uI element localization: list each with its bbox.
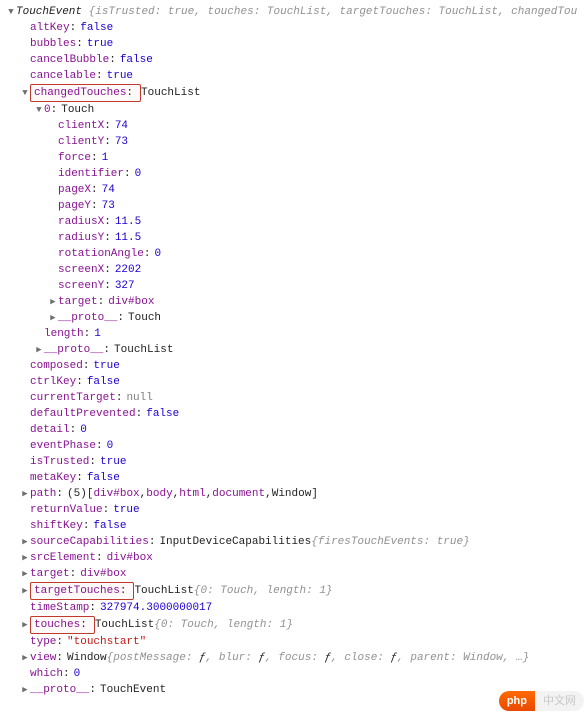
prop-targettouches[interactable]: ▶targetTouches: TouchList {0: Touch, len… bbox=[6, 582, 578, 600]
collapse-arrow-icon[interactable]: ▶ bbox=[20, 550, 30, 566]
prop-eventphase[interactable]: ▶eventPhase:0 bbox=[6, 438, 578, 454]
prop-altkey[interactable]: ▶altKey:false bbox=[6, 20, 578, 36]
root-header[interactable]: ▼ TouchEvent {isTrusted: true, touches: … bbox=[6, 4, 578, 20]
watermark-pill: php bbox=[499, 691, 535, 711]
prop-sourcecapabilities[interactable]: ▶sourceCapabilities:InputDeviceCapabilit… bbox=[6, 534, 578, 550]
collapse-arrow-icon[interactable]: ▶ bbox=[20, 534, 30, 550]
touch-pagex[interactable]: ▶pageX:74 bbox=[6, 182, 578, 198]
prop-returnvalue[interactable]: ▶returnValue:true bbox=[6, 502, 578, 518]
touch-radiusy[interactable]: ▶radiusY:11.5 bbox=[6, 230, 578, 246]
object-tree: ▼ TouchEvent {isTrusted: true, touches: … bbox=[6, 4, 578, 698]
touch-screenx[interactable]: ▶screenX:2202 bbox=[6, 262, 578, 278]
prop-proto[interactable]: ▶__proto__:TouchEvent bbox=[6, 682, 578, 698]
prop-which[interactable]: ▶which:0 bbox=[6, 666, 578, 682]
prop-metakey[interactable]: ▶metaKey:false bbox=[6, 470, 578, 486]
prop-shiftkey[interactable]: ▶shiftKey:false bbox=[6, 518, 578, 534]
expand-arrow-icon[interactable]: ▼ bbox=[20, 85, 30, 101]
touch-radiusx[interactable]: ▶radiusX:11.5 bbox=[6, 214, 578, 230]
collapse-arrow-icon[interactable]: ▶ bbox=[20, 617, 30, 633]
collapse-arrow-icon[interactable]: ▶ bbox=[20, 682, 30, 698]
collapse-arrow-icon[interactable]: ▶ bbox=[48, 310, 58, 326]
touch-clienty[interactable]: ▶clientY:73 bbox=[6, 134, 578, 150]
touch-pagey[interactable]: ▶pageY:73 bbox=[6, 198, 578, 214]
expand-arrow-icon[interactable]: ▼ bbox=[6, 4, 16, 20]
touch-force[interactable]: ▶force:1 bbox=[6, 150, 578, 166]
prop-type[interactable]: ▶type:"touchstart" bbox=[6, 634, 578, 650]
prop-target[interactable]: ▶target:div#box bbox=[6, 566, 578, 582]
collapse-arrow-icon[interactable]: ▶ bbox=[34, 342, 44, 358]
prop-bubbles[interactable]: ▶bubbles:true bbox=[6, 36, 578, 52]
collapse-arrow-icon[interactable]: ▶ bbox=[20, 566, 30, 582]
touch-rotationangle[interactable]: ▶rotationAngle:0 bbox=[6, 246, 578, 262]
touchlist-length[interactable]: ▶length:1 bbox=[6, 326, 578, 342]
touchlist-proto[interactable]: ▶__proto__:TouchList bbox=[6, 342, 578, 358]
class-name: TouchEvent bbox=[16, 6, 82, 18]
touch-proto[interactable]: ▶__proto__:Touch bbox=[6, 310, 578, 326]
collapse-arrow-icon[interactable]: ▶ bbox=[48, 294, 58, 310]
prop-ctrlkey[interactable]: ▶ctrlKey:false bbox=[6, 374, 578, 390]
touch-identifier[interactable]: ▶identifier:0 bbox=[6, 166, 578, 182]
prop-timestamp[interactable]: ▶timeStamp:327974.3000000017 bbox=[6, 600, 578, 616]
prop-touches[interactable]: ▶touches: TouchList {0: Touch, length: 1… bbox=[6, 616, 578, 634]
prop-cancelbubble[interactable]: ▶cancelBubble:false bbox=[6, 52, 578, 68]
watermark: php中文网 bbox=[499, 691, 584, 711]
touch-screeny[interactable]: ▶screenY:327 bbox=[6, 278, 578, 294]
expand-arrow-icon[interactable]: ▼ bbox=[34, 102, 44, 118]
prop-defaultprevented[interactable]: ▶defaultPrevented:false bbox=[6, 406, 578, 422]
prop-composed[interactable]: ▶composed:true bbox=[6, 358, 578, 374]
touch-clientx[interactable]: ▶clientX:74 bbox=[6, 118, 578, 134]
watermark-text: 中文网 bbox=[535, 691, 584, 711]
prop-istrusted[interactable]: ▶isTrusted:true bbox=[6, 454, 578, 470]
collapse-arrow-icon[interactable]: ▶ bbox=[20, 486, 30, 502]
prop-view[interactable]: ▶view:Window {postMessage: ƒ, blur: ƒ, f… bbox=[6, 650, 578, 666]
touch-target[interactable]: ▶target:div#box bbox=[6, 294, 578, 310]
prop-path[interactable]: ▶path:(5) [div#box, body, html, document… bbox=[6, 486, 578, 502]
prop-srcelement[interactable]: ▶srcElement:div#box bbox=[6, 550, 578, 566]
touchlist-item-0[interactable]: ▼0:Touch bbox=[6, 102, 578, 118]
prop-detail[interactable]: ▶detail:0 bbox=[6, 422, 578, 438]
prop-cancelable[interactable]: ▶cancelable:true bbox=[6, 68, 578, 84]
prop-changedtouches[interactable]: ▼changedTouches: TouchList bbox=[6, 84, 578, 102]
collapse-arrow-icon[interactable]: ▶ bbox=[20, 650, 30, 666]
collapse-arrow-icon[interactable]: ▶ bbox=[20, 583, 30, 599]
prop-currenttarget[interactable]: ▶currentTarget:null bbox=[6, 390, 578, 406]
